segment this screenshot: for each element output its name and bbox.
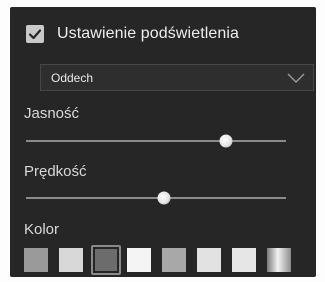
backlight-enable-checkbox[interactable] [26, 25, 44, 43]
speed-slider-thumb[interactable] [157, 191, 171, 205]
color-swatch[interactable] [162, 248, 186, 272]
color-swatch[interactable] [232, 248, 256, 272]
backlight-setting-label: Ustawienie podświetlenia [57, 25, 240, 42]
speed-slider[interactable] [26, 191, 286, 205]
color-swatch[interactable] [24, 248, 48, 272]
color-swatch[interactable] [197, 248, 221, 272]
backlight-setting-header: Ustawienie podświetlenia [26, 23, 239, 45]
color-swatch[interactable] [59, 248, 83, 272]
brightness-slider[interactable] [26, 134, 286, 148]
color-swatch[interactable] [127, 248, 151, 272]
color-swatch-row [24, 245, 302, 275]
backlight-settings-panel: Ustawienie podświetlenia Oddech Jasność … [10, 7, 316, 277]
mode-dropdown[interactable]: Oddech [40, 64, 314, 91]
brightness-slider-thumb[interactable] [219, 134, 233, 148]
mode-dropdown-value: Oddech [51, 70, 94, 85]
color-label: Kolor [24, 221, 60, 238]
checkmark-icon [28, 29, 42, 40]
color-swatch[interactable] [267, 248, 291, 272]
speed-label: Prędkość [24, 163, 87, 180]
brightness-label: Jasność [24, 105, 80, 122]
chevron-down-icon [287, 73, 305, 83]
color-swatch[interactable] [91, 245, 121, 275]
